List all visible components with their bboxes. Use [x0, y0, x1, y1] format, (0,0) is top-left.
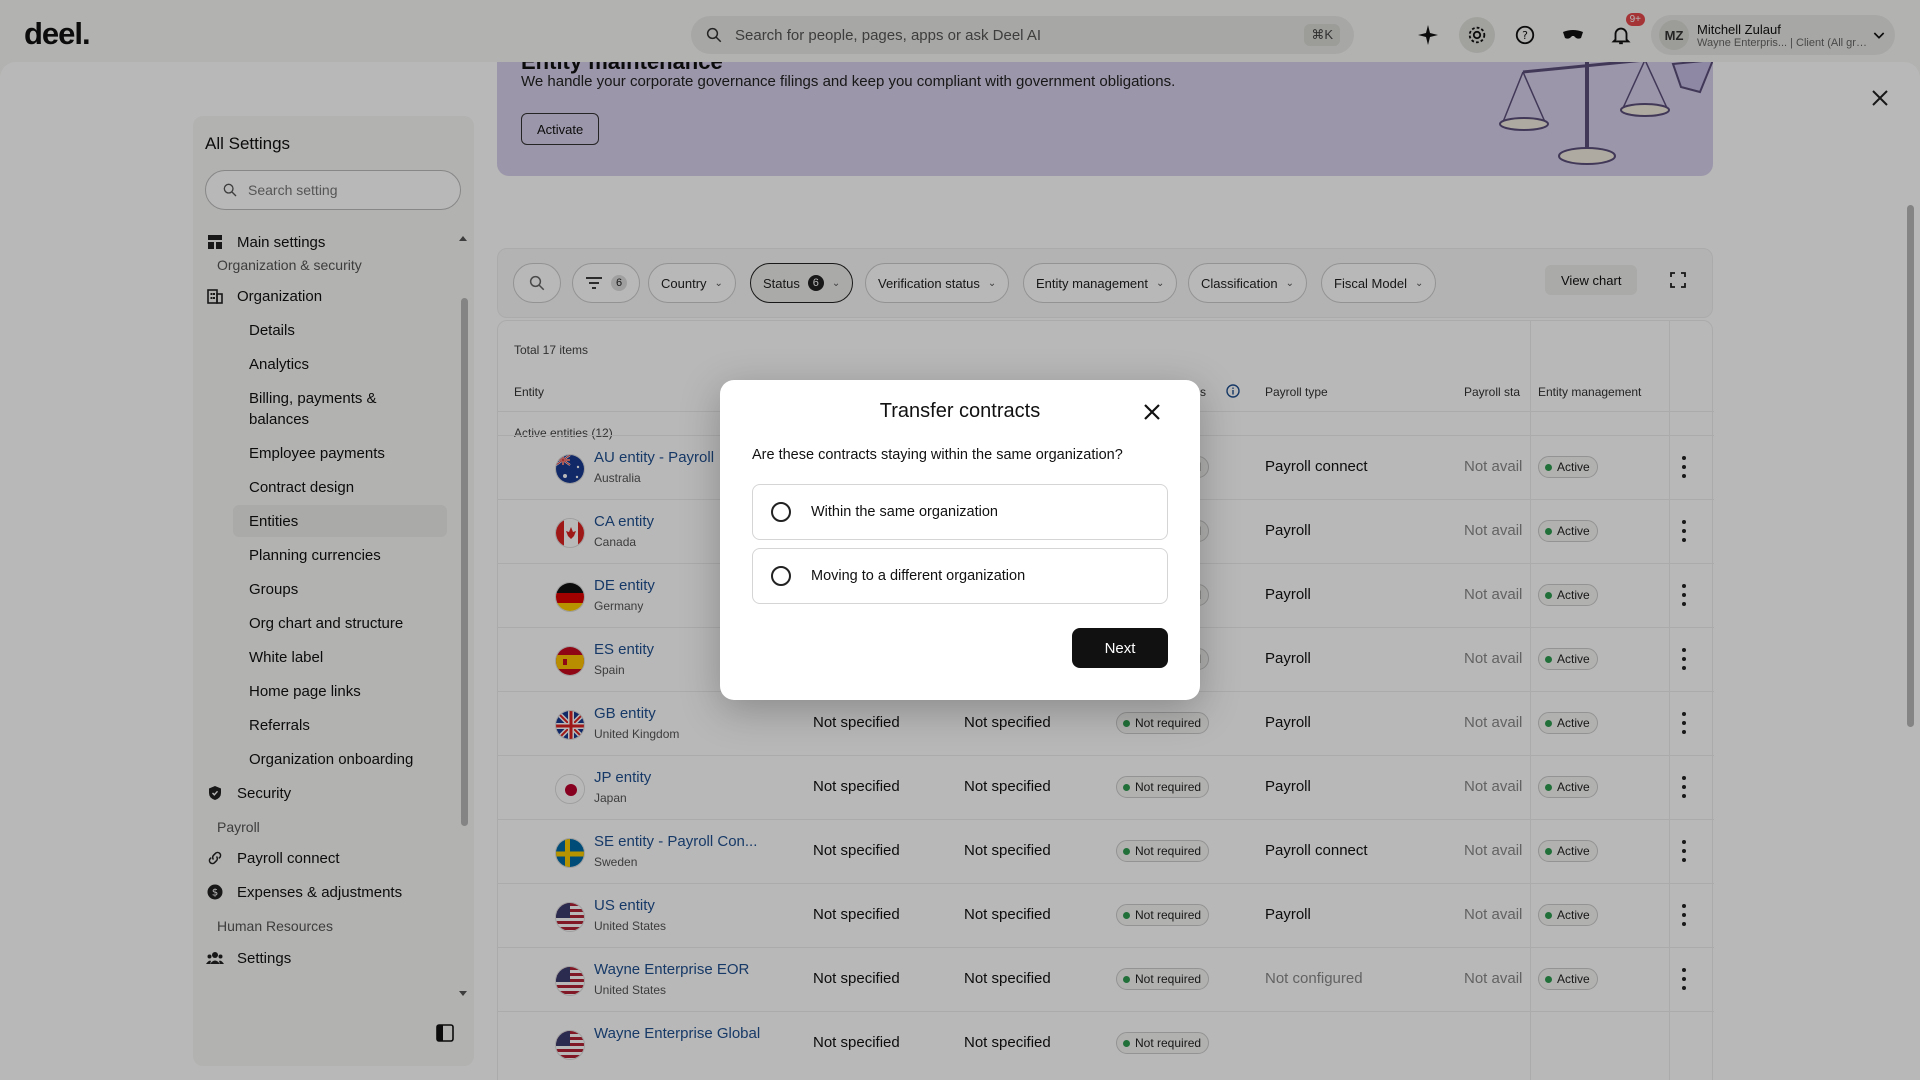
transfer-contracts-modal: Transfer contracts Are these contracts s… — [720, 380, 1200, 700]
option-label: Moving to a different organization — [811, 568, 1026, 584]
next-button[interactable]: Next — [1072, 628, 1168, 668]
option-different-organization[interactable]: Moving to a different organization — [752, 548, 1168, 604]
option-same-organization[interactable]: Within the same organization — [752, 484, 1168, 540]
option-label: Within the same organization — [811, 504, 998, 520]
modal-question: Are these contracts staying within the s… — [752, 447, 1123, 463]
modal-title: Transfer contracts — [879, 400, 1041, 422]
radio-button[interactable] — [771, 502, 791, 522]
radio-button[interactable] — [771, 566, 791, 586]
close-icon[interactable] — [1142, 402, 1162, 422]
